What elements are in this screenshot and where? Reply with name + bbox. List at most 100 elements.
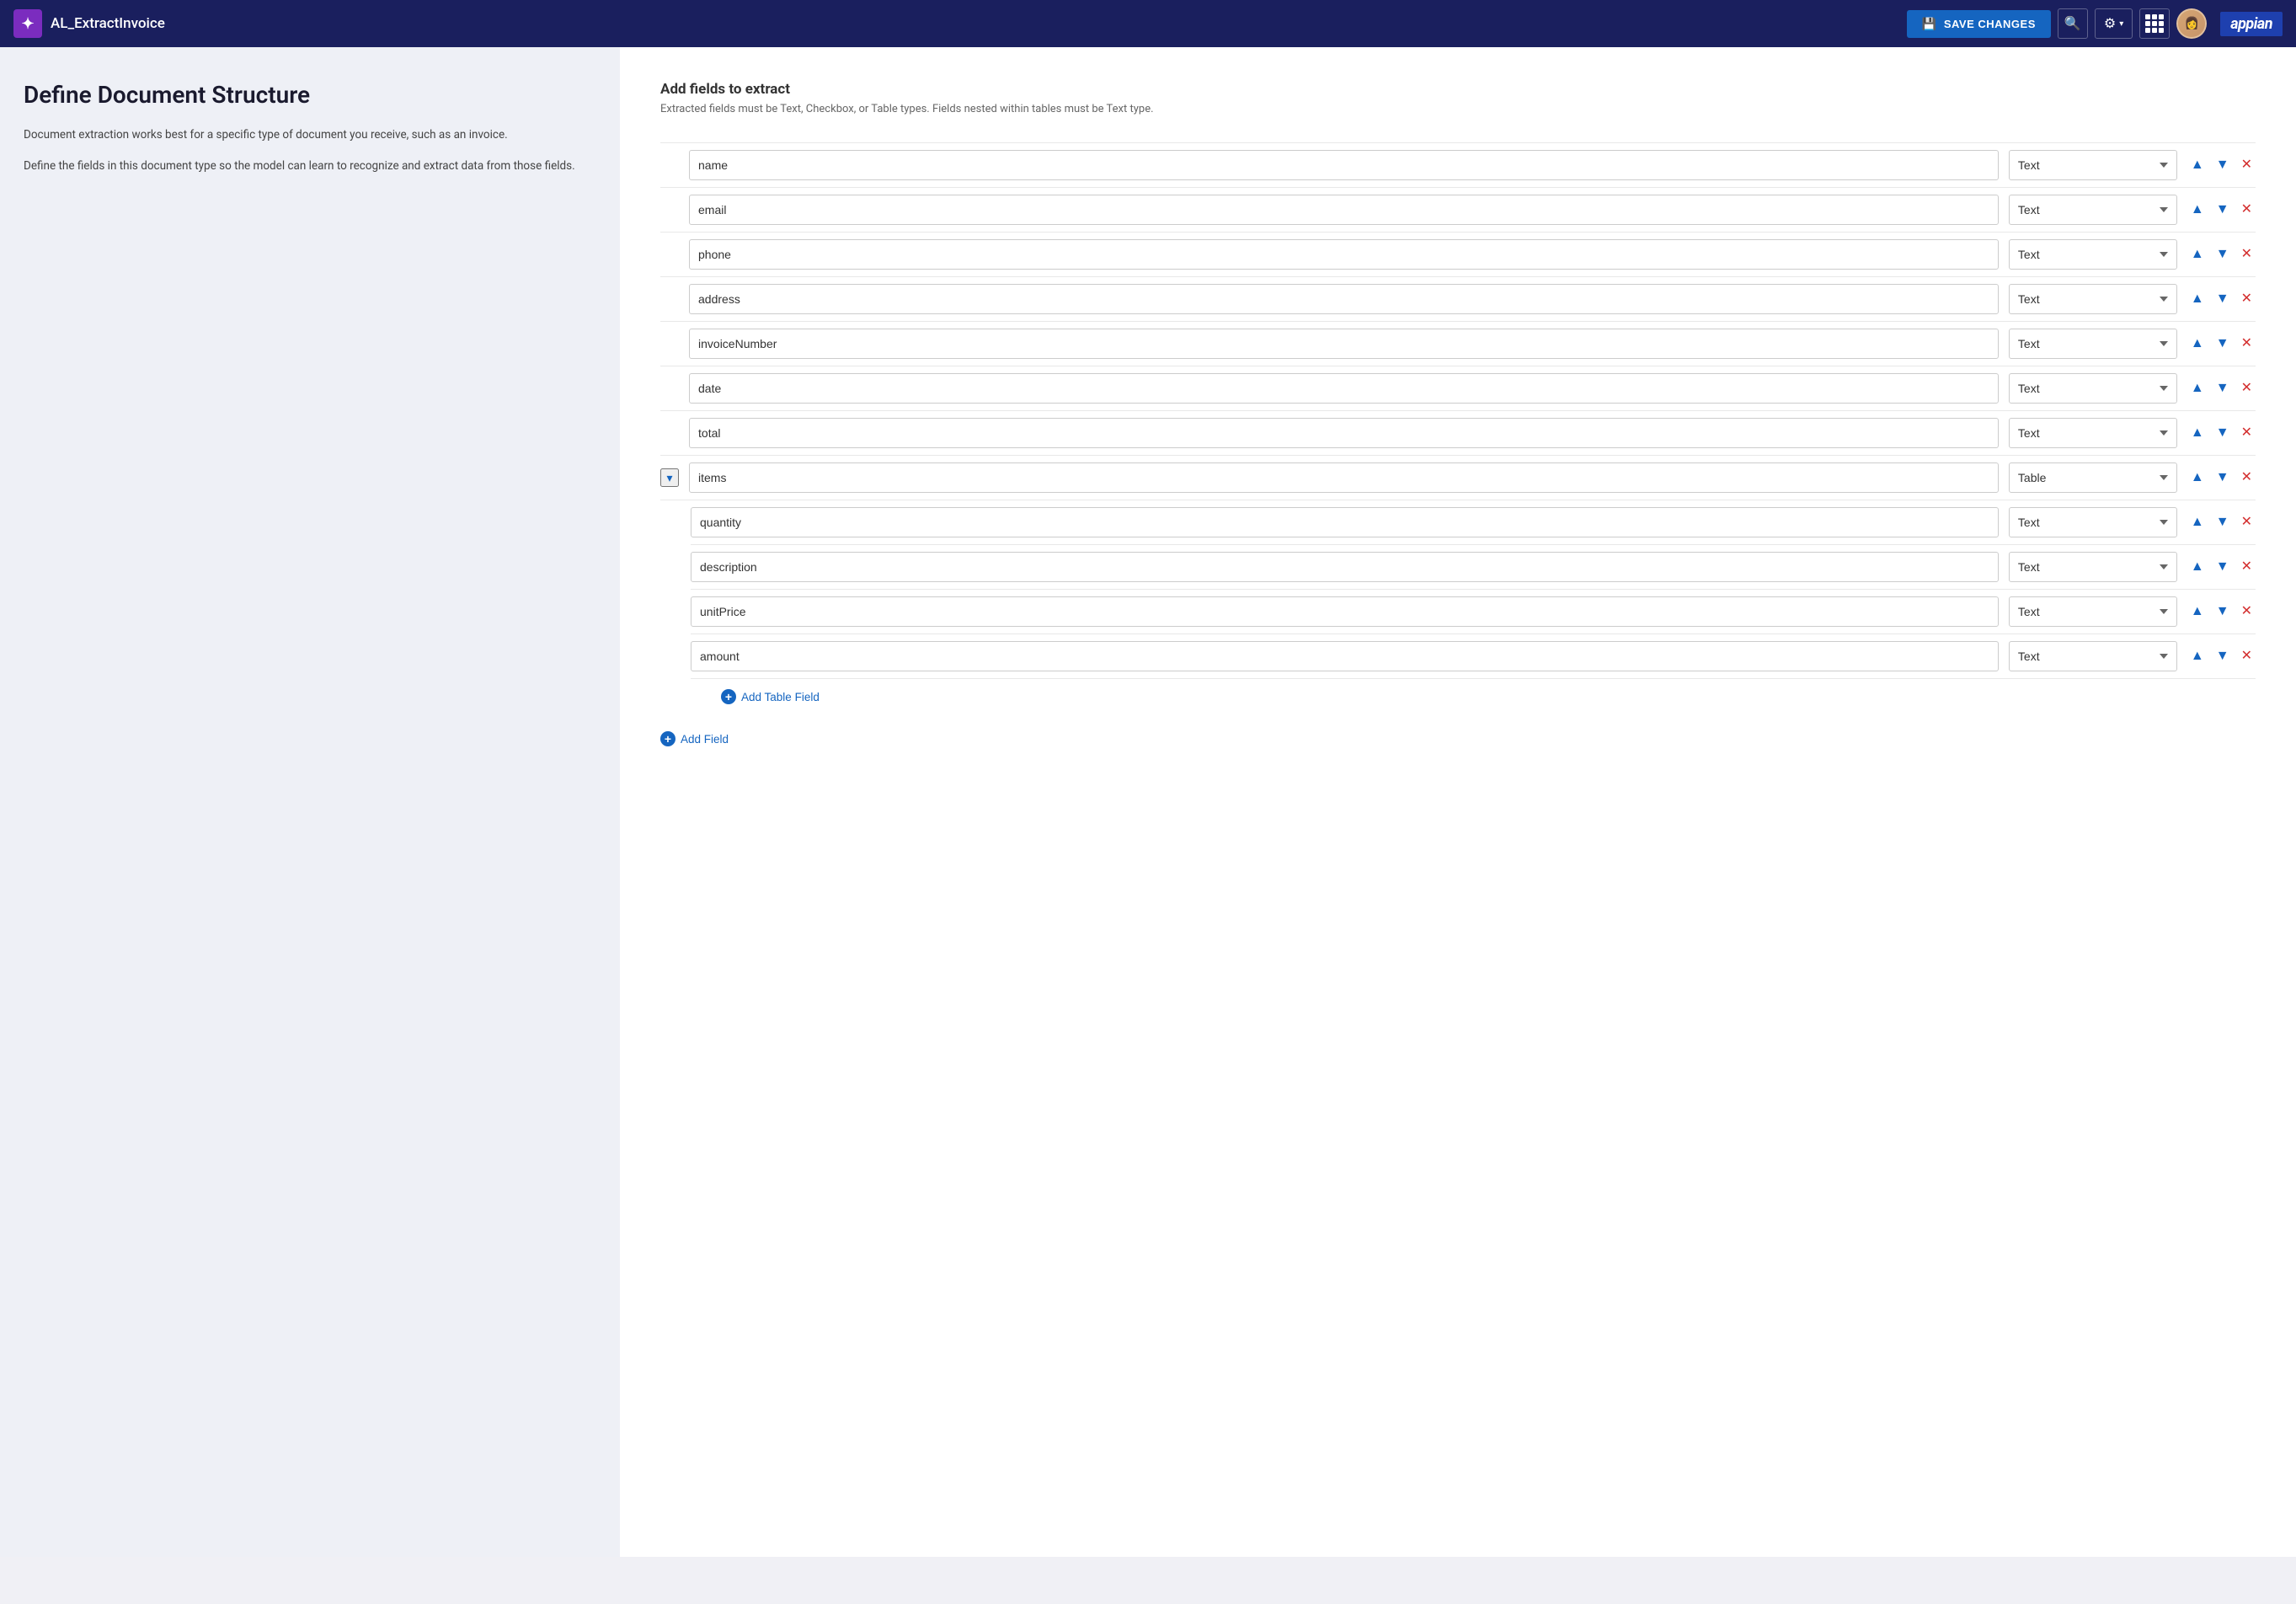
move-down-button[interactable]: ▼ [2213, 469, 2233, 486]
grid-menu-button[interactable] [2139, 8, 2170, 39]
add-circle-icon: + [721, 689, 736, 704]
sidebar-description: Document extraction works best for a spe… [24, 126, 596, 176]
move-down-button[interactable]: ▼ [2213, 514, 2233, 531]
move-down-button[interactable]: ▼ [2213, 648, 2233, 665]
save-changes-button[interactable]: 💾 SAVE CHANGES [1907, 10, 2051, 38]
field-type-select[interactable]: TextCheckboxTable [2009, 507, 2177, 537]
field-actions: ▲ ▼ ✕ [2187, 201, 2256, 218]
move-up-button[interactable]: ▲ [2187, 246, 2208, 263]
move-down-button[interactable]: ▼ [2213, 291, 2233, 307]
move-up-button[interactable]: ▲ [2187, 335, 2208, 352]
move-up-button[interactable]: ▲ [2187, 469, 2208, 486]
delete-button[interactable]: ✕ [2238, 425, 2256, 441]
sidebar-desc-p2: Define the fields in this document type … [24, 158, 596, 176]
save-icon: 💾 [1922, 17, 1937, 31]
add-table-field-button[interactable]: + Add Table Field [721, 682, 820, 711]
field-type-select[interactable]: TextCheckboxTable [2009, 418, 2177, 448]
field-actions: ▲ ▼ ✕ [2187, 157, 2256, 174]
field-type-select[interactable]: TextCheckboxTable [2009, 552, 2177, 582]
field-name-input[interactable] [691, 596, 1999, 627]
user-avatar[interactable]: 👩 [2176, 8, 2207, 39]
field-type-select[interactable]: TextCheckboxTable [2009, 150, 2177, 180]
delete-button[interactable]: ✕ [2238, 559, 2256, 575]
move-down-button[interactable]: ▼ [2213, 380, 2233, 397]
delete-button[interactable]: ✕ [2238, 603, 2256, 620]
move-down-button[interactable]: ▼ [2213, 425, 2233, 441]
field-actions: ▲ ▼ ✕ [2187, 469, 2256, 486]
move-down-button[interactable]: ▼ [2213, 246, 2233, 263]
delete-button[interactable]: ✕ [2238, 469, 2256, 486]
field-name-input[interactable] [691, 552, 1999, 582]
field-row: TextCheckboxTable ▲ ▼ ✕ [660, 233, 2256, 277]
search-button[interactable]: 🔍 [2058, 8, 2088, 39]
search-icon: 🔍 [2064, 15, 2081, 32]
move-up-button[interactable]: ▲ [2187, 425, 2208, 441]
delete-button[interactable]: ✕ [2238, 648, 2256, 665]
move-down-button[interactable]: ▼ [2213, 157, 2233, 174]
field-name-input[interactable] [689, 373, 1999, 404]
add-table-field-container: + Add Table Field [691, 679, 2256, 711]
move-up-button[interactable]: ▲ [2187, 157, 2208, 174]
delete-button[interactable]: ✕ [2238, 201, 2256, 218]
field-name-input[interactable] [689, 462, 1999, 493]
nested-fields-container: TextCheckboxTable ▲ ▼ ✕ TextCheckboxTabl… [660, 500, 2256, 711]
app-logo-area: ✦ AL_ExtractInvoice [13, 9, 1897, 38]
field-type-select[interactable]: TextCheckboxTable [2009, 329, 2177, 359]
field-type-select[interactable]: TextCheckboxTable [2009, 284, 2177, 314]
field-actions: ▲ ▼ ✕ [2187, 425, 2256, 441]
field-name-input[interactable] [689, 239, 1999, 270]
field-type-select[interactable]: TextCheckboxTable [2009, 373, 2177, 404]
field-actions: ▲ ▼ ✕ [2187, 559, 2256, 575]
move-down-button[interactable]: ▼ [2213, 335, 2233, 352]
field-type-select[interactable]: TextCheckboxTable [2009, 195, 2177, 225]
field-name-input[interactable] [689, 329, 1999, 359]
field-type-select[interactable]: TextCheckboxTable [2009, 641, 2177, 671]
nested-field-row: TextCheckboxTable ▲ ▼ ✕ [691, 500, 2256, 545]
delete-button[interactable]: ✕ [2238, 514, 2256, 531]
delete-button[interactable]: ✕ [2238, 335, 2256, 352]
field-row: TextCheckboxTable ▲ ▼ ✕ [660, 188, 2256, 233]
section-title: Add fields to extract [660, 81, 2256, 98]
delete-button[interactable]: ✕ [2238, 380, 2256, 397]
move-up-button[interactable]: ▲ [2187, 291, 2208, 307]
move-up-button[interactable]: ▲ [2187, 380, 2208, 397]
collapse-button[interactable]: ▾ [660, 468, 679, 487]
field-actions: ▲ ▼ ✕ [2187, 291, 2256, 307]
move-down-button[interactable]: ▼ [2213, 201, 2233, 218]
add-field-button[interactable]: + Add Field [660, 724, 729, 753]
delete-button[interactable]: ✕ [2238, 157, 2256, 174]
field-name-input[interactable] [689, 195, 1999, 225]
move-up-button[interactable]: ▲ [2187, 201, 2208, 218]
move-up-button[interactable]: ▲ [2187, 603, 2208, 620]
move-up-button[interactable]: ▲ [2187, 514, 2208, 531]
field-name-input[interactable] [691, 641, 1999, 671]
field-name-input[interactable] [691, 507, 1999, 537]
table-field-row: ▾ TextCheckboxTable ▲ ▼ ✕ [660, 456, 2256, 500]
move-up-button[interactable]: ▲ [2187, 648, 2208, 665]
sidebar-desc-p1: Document extraction works best for a spe… [24, 126, 596, 145]
sidebar-title: Define Document Structure [24, 81, 596, 110]
move-up-button[interactable]: ▲ [2187, 559, 2208, 575]
add-circle-icon: + [660, 731, 675, 746]
delete-button[interactable]: ✕ [2238, 246, 2256, 263]
move-down-button[interactable]: ▼ [2213, 603, 2233, 620]
field-actions: ▲ ▼ ✕ [2187, 380, 2256, 397]
field-row: TextCheckboxTable ▲ ▼ ✕ [660, 411, 2256, 456]
field-type-select[interactable]: TextCheckboxTable [2009, 462, 2177, 493]
field-row: TextCheckboxTable ▲ ▼ ✕ [660, 322, 2256, 366]
field-name-input[interactable] [689, 284, 1999, 314]
field-actions: ▲ ▼ ✕ [2187, 514, 2256, 531]
field-actions: ▲ ▼ ✕ [2187, 603, 2256, 620]
move-down-button[interactable]: ▼ [2213, 559, 2233, 575]
app-header: ✦ AL_ExtractInvoice 💾 SAVE CHANGES 🔍 ⚙ ▾… [0, 0, 2296, 47]
field-name-input[interactable] [689, 150, 1999, 180]
field-name-input[interactable] [689, 418, 1999, 448]
delete-button[interactable]: ✕ [2238, 291, 2256, 307]
field-type-select[interactable]: TextCheckboxTable [2009, 239, 2177, 270]
field-type-select[interactable]: TextCheckboxTable [2009, 596, 2177, 627]
field-row: TextCheckboxTable ▲ ▼ ✕ [660, 277, 2256, 322]
main-layout: Define Document Structure Document extra… [0, 47, 2296, 1557]
sidebar: Define Document Structure Document extra… [0, 47, 620, 1557]
header-actions: 💾 SAVE CHANGES 🔍 ⚙ ▾ 👩 appian [1907, 8, 2283, 39]
settings-button[interactable]: ⚙ ▾ [2095, 8, 2133, 39]
